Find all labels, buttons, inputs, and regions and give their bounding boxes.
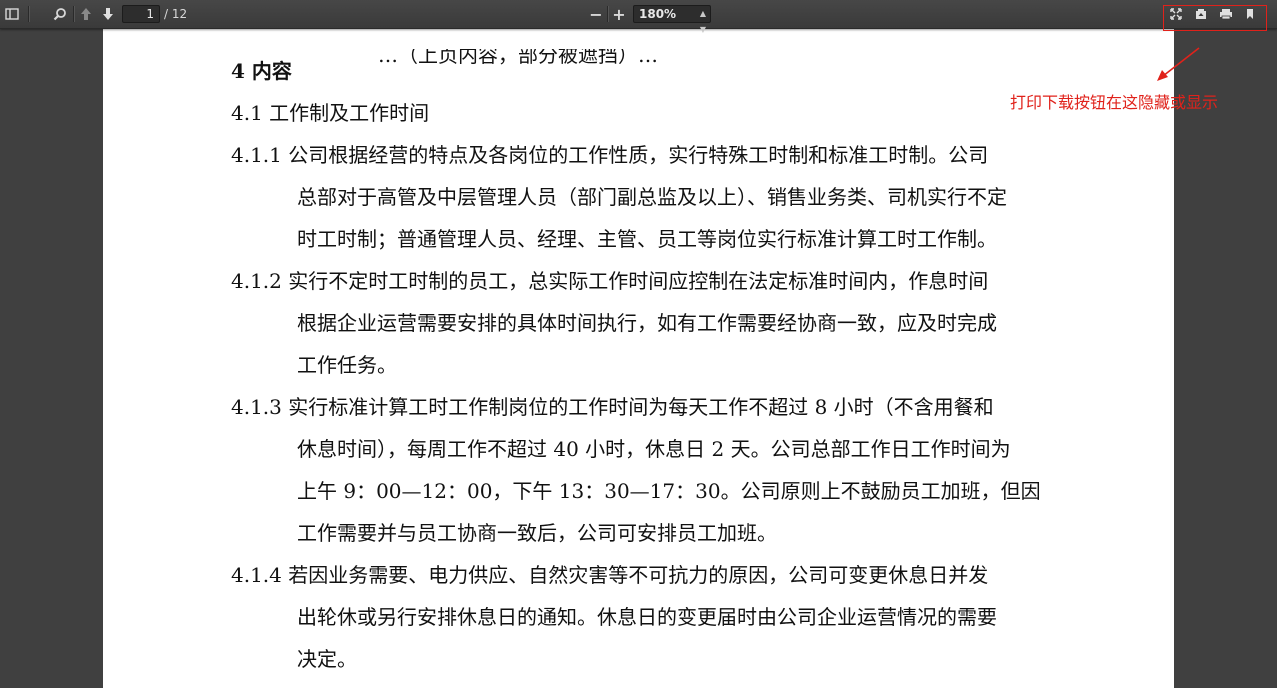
annotation-callout: 打印下载按钮在这隐藏或显示 (1010, 93, 1219, 112)
